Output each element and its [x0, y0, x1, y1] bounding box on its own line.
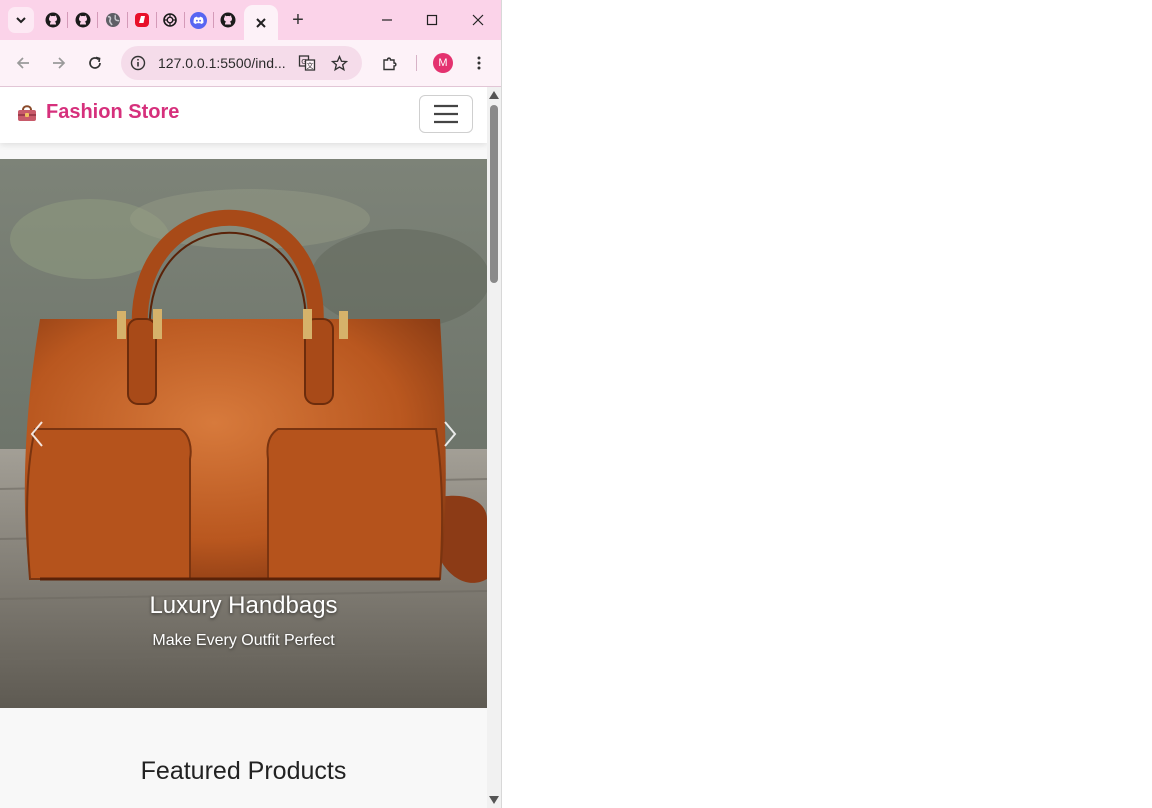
profile-avatar[interactable]: M [433, 53, 453, 73]
featured-products-heading: Featured Products [140, 757, 347, 785]
forward-button[interactable] [44, 48, 74, 78]
star-icon [330, 54, 348, 71]
page-scrollbar[interactable] [487, 87, 501, 808]
carousel-caption-title: Luxury Handbags [149, 592, 338, 619]
github-icon [75, 12, 90, 28]
maximize-button[interactable] [409, 0, 455, 40]
translate-icon: G文 [298, 55, 316, 71]
handbag-icon [18, 104, 36, 121]
site-navbar: Fashion Store [0, 87, 487, 143]
reload-button[interactable] [80, 48, 110, 78]
site-info-icon[interactable] [130, 55, 146, 71]
github-icon [220, 12, 235, 28]
translate-button[interactable]: G文 [292, 48, 322, 78]
plus-icon: + [292, 9, 304, 31]
discord-icon [190, 11, 207, 29]
forward-arrow-icon [53, 57, 66, 69]
tab-strip: + [0, 0, 501, 40]
browser-toolbar: 127.0.0.1:5500/ind... G文 M [0, 40, 501, 87]
browser-window: + 127.0.0.1:5500/ind... G文 M Fashion Sto… [0, 0, 502, 808]
active-tab[interactable] [244, 5, 278, 40]
brand-name: Fashion Store [46, 101, 180, 123]
tab-github-1[interactable] [38, 6, 67, 34]
carousel-caption-subtitle: Make Every Outfit Perfect [152, 632, 335, 649]
hamburger-icon [434, 104, 458, 124]
extensions-button[interactable] [375, 48, 405, 78]
tab-search-button[interactable] [8, 7, 34, 33]
carousel-next-button[interactable] [435, 417, 465, 451]
chevron-right-icon [444, 421, 457, 447]
more-vert-icon [477, 56, 481, 70]
minimize-button[interactable] [364, 0, 410, 40]
close-window-button[interactable] [455, 0, 501, 40]
reload-icon [89, 56, 101, 69]
new-tab-button[interactable]: + [286, 8, 310, 32]
tab-github-3[interactable] [213, 6, 242, 34]
bookmark-button[interactable] [324, 48, 354, 78]
app-icon [134, 13, 149, 27]
nav-toggle-button[interactable] [419, 95, 473, 133]
triangle-down-icon [489, 796, 499, 804]
tab-red-app[interactable] [127, 6, 156, 34]
chevron-left-icon [30, 421, 43, 447]
page-viewport: Fashion Store Luxury Handbags Make Every… [0, 87, 487, 808]
back-arrow-icon [16, 57, 29, 69]
minimize-icon [382, 19, 392, 21]
scroll-up-button[interactable] [489, 90, 499, 100]
back-button[interactable] [8, 48, 38, 78]
browser-menu-button[interactable] [464, 48, 494, 78]
github-icon [45, 12, 60, 28]
tab-discord[interactable] [184, 6, 213, 34]
hero-carousel: Luxury Handbags Make Every Outfit Perfec… [0, 159, 487, 708]
carousel-image [0, 159, 487, 708]
scroll-down-button[interactable] [489, 795, 499, 805]
close-window-icon [472, 14, 484, 26]
close-icon[interactable] [255, 17, 267, 29]
globe-icon [105, 13, 120, 27]
chevron-down-icon [16, 17, 26, 24]
openai-icon [162, 13, 177, 27]
url-text: 127.0.0.1:5500/ind... [158, 55, 286, 71]
scrollbar-thumb[interactable] [490, 105, 498, 283]
tab-globe[interactable] [98, 6, 127, 34]
puzzle-icon [383, 57, 397, 71]
toolbar-divider [416, 55, 417, 71]
triangle-up-icon [489, 91, 499, 99]
svg-text:文: 文 [307, 61, 314, 70]
tab-chatgpt[interactable] [155, 6, 184, 34]
brand-link[interactable]: Fashion Store [16, 101, 179, 124]
maximize-icon [426, 14, 438, 26]
carousel-prev-button[interactable] [22, 417, 52, 451]
tab-github-2[interactable] [68, 6, 97, 34]
